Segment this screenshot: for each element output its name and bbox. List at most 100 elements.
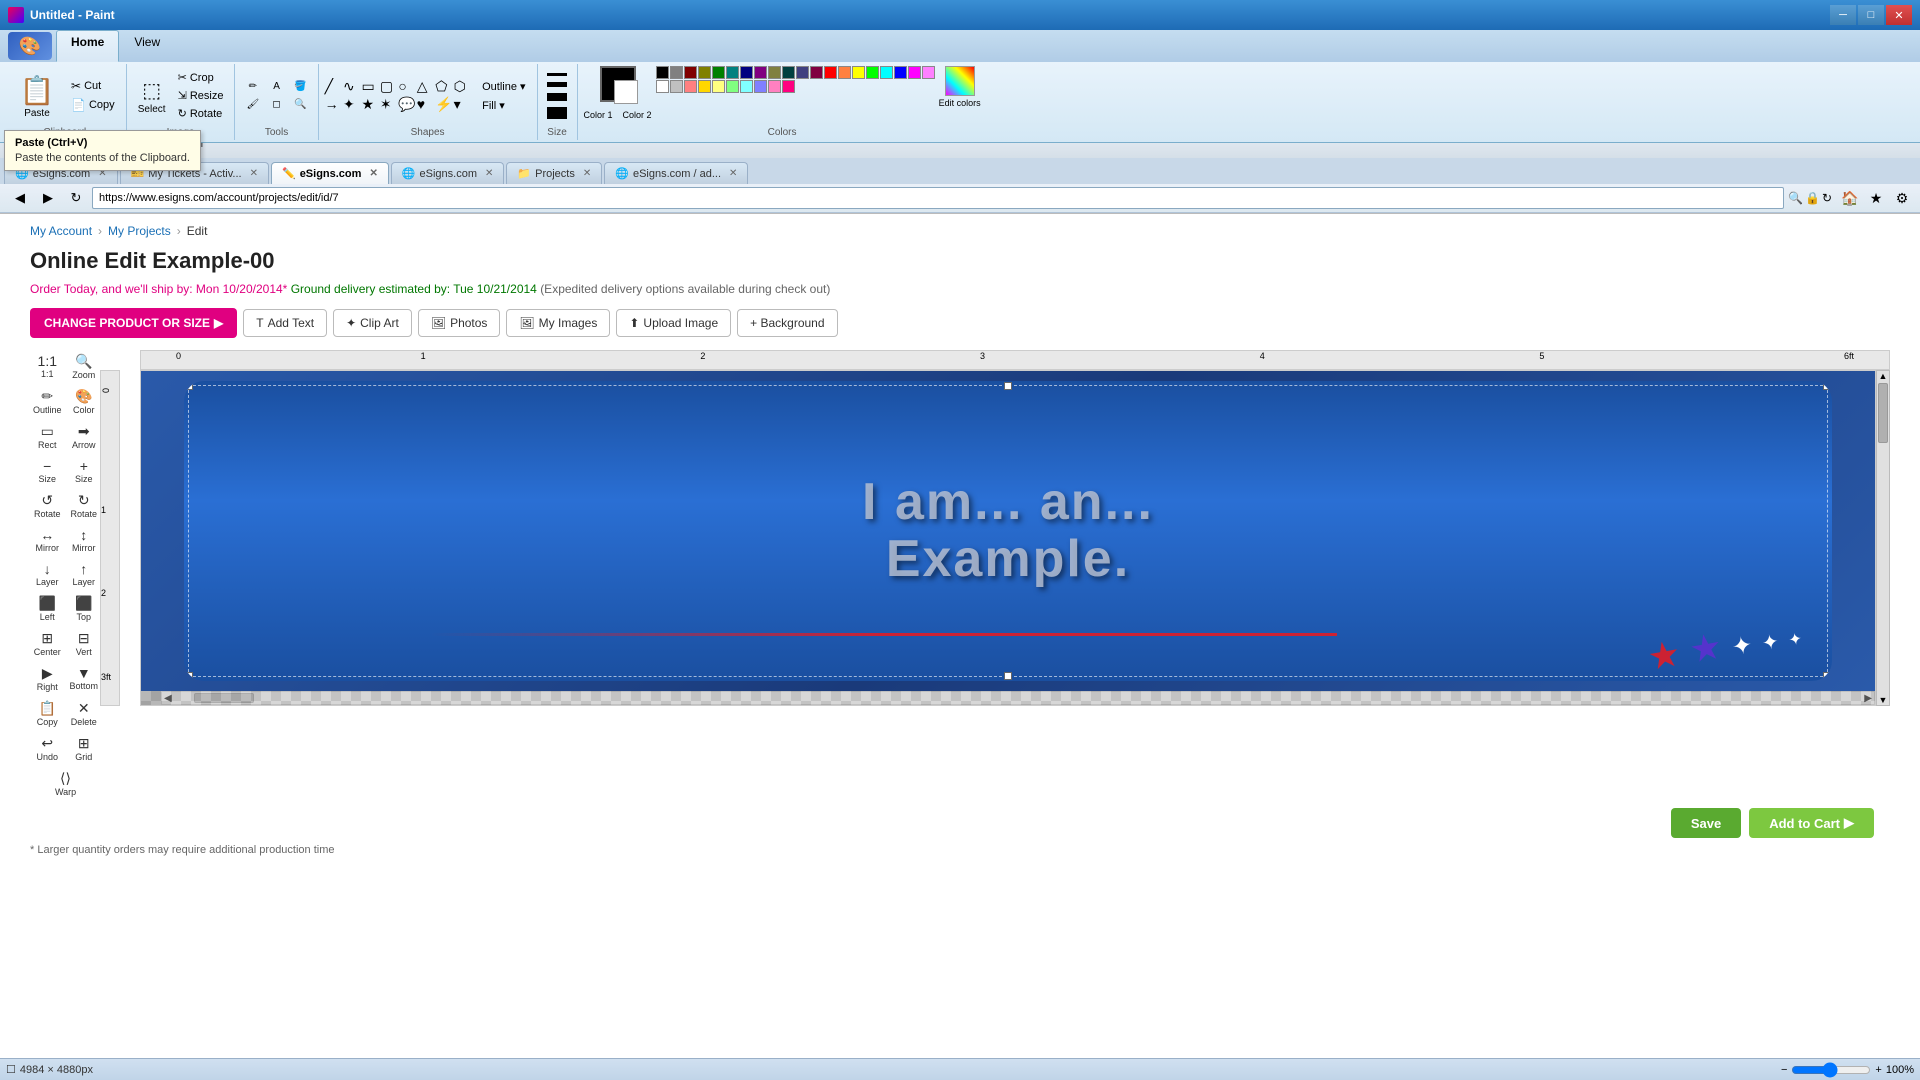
undo-tool[interactable]: ↩ Undo — [30, 732, 65, 765]
tab-close-6[interactable]: ✕ — [729, 168, 737, 179]
text-button[interactable]: A — [265, 78, 288, 95]
swatch-14[interactable] — [852, 66, 865, 79]
arrow-tool[interactable]: ➡ Arrow — [67, 420, 102, 453]
rotate-button[interactable]: ↻ Rotate — [173, 105, 229, 122]
size-minus-tool[interactable]: − Size — [30, 455, 65, 487]
outline-tool[interactable]: ✏ Outline — [30, 385, 65, 418]
mirror-h-tool[interactable]: ↔ Mirror — [30, 524, 65, 556]
size-2[interactable] — [547, 82, 567, 87]
swatch-21[interactable] — [670, 80, 683, 93]
rotate-ccw-tool[interactable]: ↺ Rotate — [30, 489, 65, 522]
swatch-15[interactable] — [866, 66, 879, 79]
rect-shape[interactable]: ▭ — [361, 78, 378, 95]
forward-button[interactable]: ▶ — [36, 187, 60, 209]
center-tool[interactable]: ⊞ Center — [30, 627, 65, 660]
mirror-v-tool[interactable]: ↕ Mirror — [67, 524, 102, 556]
star5-shape[interactable]: ★ — [361, 96, 378, 113]
callout-shape[interactable]: 💬 — [398, 96, 415, 113]
tab-close-3[interactable]: ✕ — [369, 168, 377, 179]
swatch-16[interactable] — [880, 66, 893, 79]
zoom-out-icon[interactable]: − — [1781, 1064, 1787, 1076]
heart-shape[interactable]: ♥ — [417, 96, 434, 113]
close-button[interactable]: ✕ — [1886, 5, 1912, 25]
copy-tool[interactable]: 📋 Copy — [30, 697, 65, 730]
crop-button[interactable]: ✂ Crop — [173, 69, 229, 86]
handle-tr[interactable] — [1823, 382, 1831, 390]
my-images-button[interactable]: 🖼 My Images — [506, 309, 610, 337]
change-product-button[interactable]: CHANGE PRODUCT OR SIZE ▶ — [30, 308, 237, 338]
paste-button[interactable]: 📋 Paste — [10, 67, 64, 124]
layer-up-tool[interactable]: ↑ Layer — [67, 558, 102, 590]
settings-icon[interactable]: ⚙ — [1892, 188, 1912, 208]
back-button[interactable]: ◀ — [8, 187, 32, 209]
curve-shape[interactable]: ∿ — [343, 78, 360, 95]
swatch-5[interactable] — [726, 66, 739, 79]
rotate-cw-tool[interactable]: ↻ Rotate — [67, 489, 102, 522]
eraser-button[interactable]: ◻ — [265, 96, 288, 113]
tab-home[interactable]: Home — [56, 30, 119, 62]
scroll-down-button[interactable]: ▼ — [1877, 695, 1889, 705]
swatch-3[interactable] — [698, 66, 711, 79]
ellipse-shape[interactable]: ○ — [398, 78, 415, 95]
swatch-1[interactable] — [670, 66, 683, 79]
swatch-23[interactable] — [698, 80, 711, 93]
swatch-12[interactable] — [824, 66, 837, 79]
swatch-28[interactable] — [768, 80, 781, 93]
swatch-4[interactable] — [712, 66, 725, 79]
zoom-slider[interactable] — [1791, 1062, 1871, 1078]
scrollbar-vertical[interactable]: ▲ ▼ — [1876, 370, 1890, 706]
add-to-cart-button[interactable]: Add to Cart ▶ — [1749, 808, 1874, 838]
zoom-out-tool[interactable]: 🔍 Zoom — [67, 350, 102, 383]
breadcrumb-account[interactable]: My Account — [30, 224, 92, 238]
outline-dropdown[interactable]: Outline ▾ — [477, 78, 530, 95]
swatch-25[interactable] — [726, 80, 739, 93]
magnifier-button[interactable]: 🔍 — [289, 96, 312, 113]
add-text-button[interactable]: T Add Text — [243, 309, 327, 337]
rect-tool[interactable]: ▭ Rect — [30, 420, 65, 453]
delete-tool[interactable]: ✕ Delete — [67, 697, 102, 730]
zoom-in-tool[interactable]: 1:1 1:1 — [30, 350, 65, 383]
swatch-20[interactable] — [656, 80, 669, 93]
save-button[interactable]: Save — [1671, 808, 1741, 838]
round-rect-shape[interactable]: ▢ — [380, 78, 397, 95]
minimize-button[interactable]: ─ — [1830, 5, 1856, 25]
handle-br[interactable] — [1823, 672, 1831, 680]
swatch-6[interactable] — [740, 66, 753, 79]
color-tool[interactable]: 🎨 Color — [67, 385, 102, 418]
refresh-button[interactable]: ↻ — [64, 187, 88, 209]
size-plus-tool[interactable]: + Size — [67, 455, 102, 487]
warp-tool[interactable]: ⟨⟩ Warp — [30, 767, 101, 800]
swatch-18[interactable] — [908, 66, 921, 79]
search-icon[interactable]: 🔍 — [1788, 191, 1803, 205]
swatch-22[interactable] — [684, 80, 697, 93]
reload-icon[interactable]: ↻ — [1822, 191, 1832, 205]
tab-esigns-4[interactable]: 🌐 eSigns.com ✕ — [391, 162, 505, 184]
scroll-up-button[interactable]: ▲ — [1877, 371, 1889, 381]
scroll-thumb-vertical[interactable] — [1878, 383, 1888, 443]
grid-tool[interactable]: ⊞ Grid — [67, 732, 102, 765]
swatch-29[interactable] — [782, 80, 795, 93]
handle-tm[interactable] — [1004, 382, 1012, 390]
brush-button[interactable]: 🖌 — [241, 96, 264, 113]
clip-art-button[interactable]: ✦ Clip Art — [333, 309, 412, 337]
swatch-7[interactable] — [754, 66, 767, 79]
size-4[interactable] — [547, 107, 567, 119]
favorites-icon[interactable]: ★ — [1866, 188, 1886, 208]
copy-button[interactable]: 📄 Copy — [66, 96, 120, 114]
top-tool[interactable]: ⬛ Top — [67, 592, 102, 625]
swatch-27[interactable] — [754, 80, 767, 93]
address-bar[interactable] — [92, 187, 1784, 209]
right-tool[interactable]: ▶ Right — [30, 662, 65, 695]
size-3[interactable] — [547, 93, 567, 101]
breadcrumb-projects[interactable]: My Projects — [108, 224, 171, 238]
resize-button[interactable]: ⇲ Resize — [173, 87, 229, 104]
swatch-19[interactable] — [922, 66, 935, 79]
handle-tl[interactable] — [185, 382, 193, 390]
pentagon-shape[interactable]: ⬠ — [435, 78, 452, 95]
swatch-2[interactable] — [684, 66, 697, 79]
paint-button[interactable]: 🎨 — [8, 32, 52, 60]
cut-button[interactable]: ✂ Cut — [66, 77, 120, 95]
swatch-11[interactable] — [810, 66, 823, 79]
tab-view[interactable]: View — [119, 30, 175, 62]
tab-esigns-active[interactable]: ✏️ eSigns.com ✕ — [271, 162, 389, 184]
